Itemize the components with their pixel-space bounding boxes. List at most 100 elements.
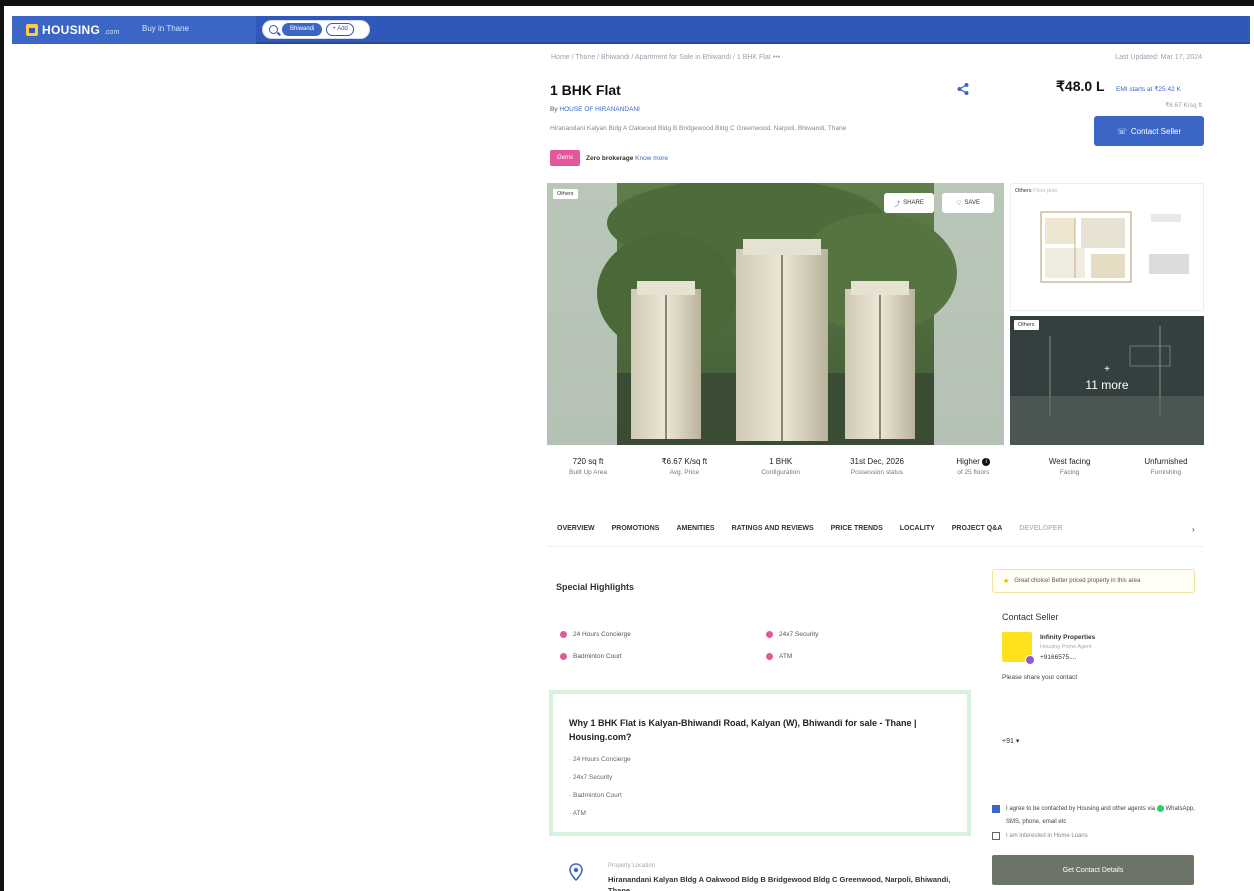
add-locality-button[interactable]: + Add [326, 23, 354, 36]
floor-plan-tag: Others Floor plan [1015, 188, 1058, 194]
emi-link[interactable]: EMI starts at ₹25.42 K [1116, 85, 1181, 93]
stat-value: West facing [1048, 457, 1091, 466]
tab-amenities[interactable]: AMENITIES [676, 525, 714, 532]
tab-project-qa[interactable]: PROJECT Q&A [952, 525, 1003, 532]
consent-checkbox[interactable] [992, 805, 1000, 813]
highlight-label: 24 Hours Concierge [573, 631, 631, 638]
tab-price-trends[interactable]: PRICE TRENDS [831, 525, 883, 532]
consent-text-a: I agree to be contacted by Housing and o… [1006, 806, 1156, 812]
why-item-label: Badminton Court [572, 792, 622, 799]
tag-row: Gems Zero brokerage Know more [550, 150, 668, 166]
tabs-divider [547, 546, 1204, 547]
share-contact-prompt: Please share your contact [1002, 674, 1078, 681]
gallery-share-button[interactable]: ⤴ SHARE [884, 193, 934, 213]
heart-icon: ♡ [956, 200, 962, 207]
seller-name[interactable]: Infinity Properties [1040, 634, 1095, 641]
why-item: · 24 Hours Concierge [569, 756, 631, 763]
consent-row: I agree to be contacted by Housing and o… [992, 803, 1202, 829]
search-bar[interactable]: Bhiwandi + Add [262, 20, 370, 39]
why-item-label: 24 Hours Concierge [572, 756, 631, 763]
highlight-label: Badminton Court [573, 653, 622, 660]
housing-logo[interactable]: HOUSING .com [26, 22, 119, 38]
home-loan-label: I am interested in Home Loans [1006, 833, 1088, 839]
share-icon-small: ⤴ [894, 201, 901, 208]
listing-address: Hiranandani Kalyan Bldg A Oakwood Bldg B… [550, 125, 847, 132]
info-icon[interactable]: i [982, 457, 991, 466]
stat-avg-price: ₹6.67 K/sq ft Avg. Price [643, 457, 725, 497]
zero-brokerage-label: Zero brokerage [586, 154, 634, 162]
gallery-save-button[interactable]: ♡ SAVE [942, 193, 994, 213]
builder-byline: By HOUSE OF HIRANANDANI [550, 106, 640, 113]
know-more-link[interactable]: Know more [635, 155, 668, 162]
building-render [547, 183, 1004, 445]
stat-label: Built Up Area [569, 469, 607, 476]
home-loan-checkbox[interactable] [992, 832, 1000, 840]
highlight-item: 24 Hours Concierge [560, 631, 631, 638]
star-icon: ★ [1003, 578, 1010, 585]
gallery-main-image[interactable]: Others ⤴ SHARE ♡ SAVE [547, 183, 1004, 445]
why-item: · Badminton Court [569, 792, 622, 799]
why-title: Why 1 BHK Flat is Kalyan-Bhiwandi Road, … [569, 718, 917, 742]
stat-label: Facing [1059, 469, 1080, 476]
stat-label: Configuration [761, 469, 800, 476]
breadcrumb-more-icon[interactable]: ••• [773, 54, 780, 61]
stat-built-up-area: 720 sq ft Built Up Area [547, 457, 629, 497]
contact-seller-button[interactable]: ☏ Contact Seller [1094, 116, 1204, 146]
property-stats: 720 sq ft Built Up Area ₹6.67 K/sq ft Av… [547, 457, 1207, 497]
highlight-label: ATM [779, 653, 793, 660]
seller-phone: +9166575.... [1040, 654, 1077, 661]
highlight-bullet-icon [560, 631, 567, 638]
builder-link[interactable]: HOUSE OF HIRANANDANI [559, 106, 640, 113]
highlight-bullet-icon [766, 653, 773, 660]
why-section: Why 1 BHK Flat is Kalyan-Bhiwandi Road, … [549, 690, 971, 836]
stat-value: ₹6.67 K/sq ft [661, 457, 708, 466]
get-contact-details-button[interactable]: Get Contact Details [992, 855, 1194, 885]
gallery-share-label: SHARE [903, 200, 924, 206]
why-item-label: 24x7 Security [572, 774, 613, 781]
price-per-sqft: ₹6.67 K/sq ft [1164, 102, 1202, 109]
search-icon [269, 25, 278, 34]
location-address: Hiranandani Kalyan Bldg A Oakwood Bldg B… [608, 875, 951, 891]
tab-locality[interactable]: LOCALITY [900, 525, 935, 532]
contact-seller-label: Contact Seller [1130, 126, 1182, 136]
gems-badge: Gems [550, 150, 581, 166]
home-loan-row: I am interested in Home Loans [992, 832, 1088, 840]
screenshot-frame: HOUSING .com Buy in Thane Bhiwandi + Add… [0, 0, 1254, 891]
tab-promotions[interactable]: PROMOTIONS [612, 525, 660, 532]
why-item: · 24x7 Security [569, 774, 613, 781]
city-selector[interactable]: Buy in Thane [142, 24, 189, 33]
country-code-select[interactable]: +91 ▾ [1002, 737, 1019, 745]
why-item: · ATM [569, 810, 586, 817]
housing-logo-icon [26, 24, 38, 36]
stat-value: 31st Dec, 2026 [850, 457, 904, 466]
by-prefix: By [550, 106, 558, 113]
stat-value: 720 sq ft [572, 457, 604, 466]
highlight-label: 24x7 Security [779, 631, 819, 638]
listing-price: ₹48.0 L [1056, 78, 1105, 94]
zero-brokerage: Zero brokerage Know more [586, 155, 668, 162]
seller-role: Housing Prime Agent [1040, 644, 1092, 650]
tab-developer[interactable]: DEVELOPER [1019, 525, 1062, 532]
stat-facing: West facing Facing [1029, 457, 1111, 497]
search-chip-bhiwandi[interactable]: Bhiwandi [282, 23, 323, 36]
more-photos-thumbnail[interactable]: Others + 11 more [1010, 316, 1204, 445]
breadcrumb-path[interactable]: Home / Thane / Bhiwandi / Apartment for … [551, 54, 771, 61]
location-label: Property Location [608, 863, 656, 869]
phone-icon: ☏ [1116, 126, 1127, 136]
contact-seller-title: Contact Seller [1002, 612, 1059, 622]
floor-plan-thumbnail[interactable]: Others Floor plan [1010, 183, 1204, 311]
tab-ratings-reviews[interactable]: RATINGS AND REVIEWS [732, 525, 814, 532]
tab-overview[interactable]: OVERVIEW [557, 525, 595, 532]
location-pin-icon [569, 863, 583, 881]
stat-label: Possession status [850, 469, 904, 476]
more-photos-label: 11 more [1085, 378, 1129, 392]
consent-text: I agree to be contacted by Housing and o… [1006, 803, 1202, 829]
plus-icon: + [1104, 364, 1110, 375]
share-icon[interactable] [956, 82, 970, 96]
breadcrumb[interactable]: Home / Thane / Bhiwandi / Apartment for … [551, 54, 780, 61]
great-choice-banner: ★ Great choice! Better priced property i… [992, 569, 1195, 593]
tabs-next-icon[interactable]: › [1192, 525, 1195, 534]
stat-label: of 25 floors [957, 469, 990, 476]
floor-plan-sub: Floor plan [1033, 188, 1058, 194]
stat-value: 1 BHK [769, 457, 793, 466]
